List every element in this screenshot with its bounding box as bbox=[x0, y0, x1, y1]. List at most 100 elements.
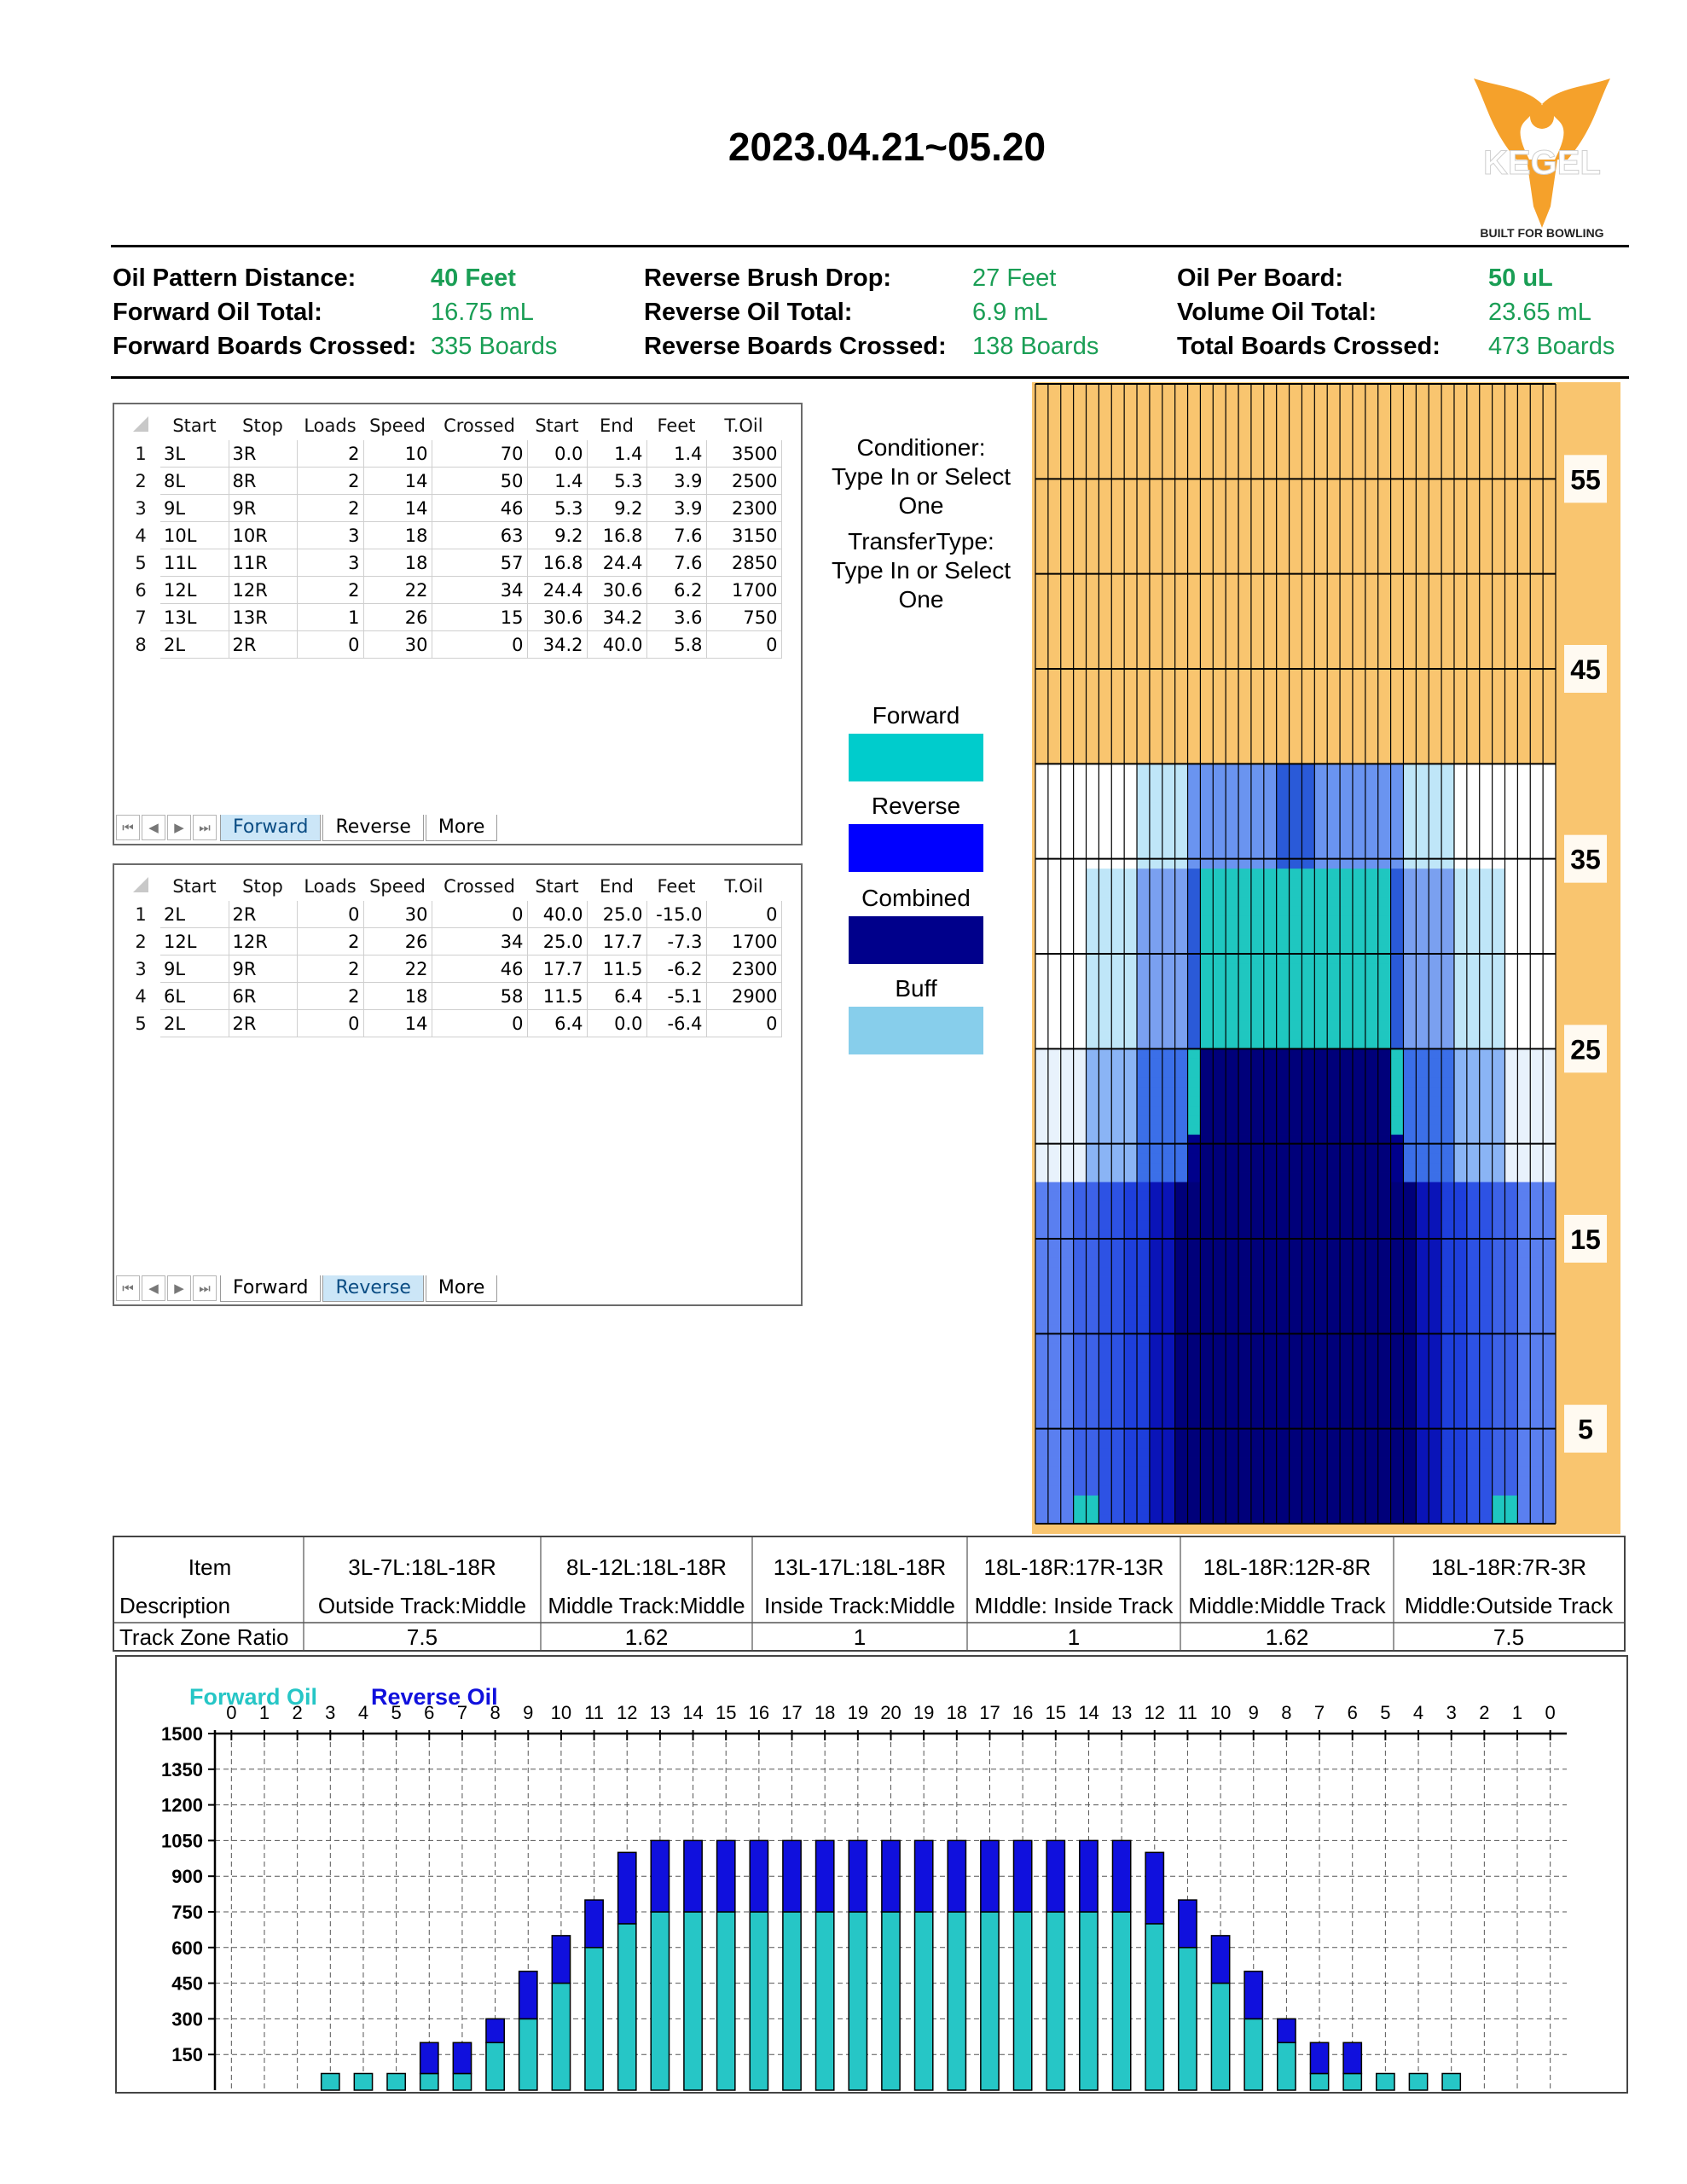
table-cell[interactable]: 2 bbox=[297, 467, 364, 495]
table-cell[interactable]: -5.1 bbox=[646, 982, 707, 1010]
tab-more[interactable]: More bbox=[425, 1275, 498, 1302]
table-cell[interactable]: 2900 bbox=[706, 982, 782, 1010]
table-cell[interactable]: 30.6 bbox=[587, 576, 647, 604]
sheet-corner[interactable] bbox=[121, 872, 160, 901]
table-cell[interactable]: 18 bbox=[363, 521, 432, 549]
table-cell[interactable]: 0 bbox=[297, 630, 364, 659]
table-cell[interactable]: 11R bbox=[229, 549, 298, 577]
table-cell[interactable]: 22 bbox=[363, 576, 432, 604]
table-cell[interactable]: 17.7 bbox=[527, 955, 588, 983]
column-header[interactable]: T.Oil bbox=[706, 411, 781, 440]
table-cell[interactable]: 750 bbox=[706, 603, 782, 631]
table-cell[interactable]: 12R bbox=[229, 576, 298, 604]
table-cell[interactable]: 0 bbox=[706, 630, 782, 659]
table-cell[interactable]: 1.4 bbox=[527, 467, 588, 495]
table-cell[interactable]: 25.0 bbox=[527, 927, 588, 956]
table-cell[interactable]: 18 bbox=[363, 982, 432, 1010]
next-sheet-icon[interactable]: ▶ bbox=[167, 1275, 191, 1301]
table-cell[interactable]: 10 bbox=[363, 440, 432, 468]
table-cell[interactable]: 2R bbox=[229, 630, 298, 659]
table-cell[interactable]: 1 bbox=[297, 603, 364, 631]
first-sheet-icon[interactable]: ⏮ bbox=[116, 815, 140, 840]
table-cell[interactable]: 8L bbox=[160, 467, 229, 495]
table-cell[interactable]: 46 bbox=[432, 955, 528, 983]
table-cell[interactable]: 7.6 bbox=[646, 549, 707, 577]
column-header[interactable]: T.Oil bbox=[706, 872, 781, 901]
table-cell[interactable]: 6R bbox=[229, 982, 298, 1010]
table-cell[interactable]: 58 bbox=[432, 982, 528, 1010]
table-cell[interactable]: 9.2 bbox=[527, 521, 588, 549]
conditioner-label[interactable]: Conditioner: Type In or Select One bbox=[819, 433, 1023, 520]
table-cell[interactable]: 40.0 bbox=[587, 630, 647, 659]
last-sheet-icon[interactable]: ⏭ bbox=[193, 1275, 217, 1301]
table-cell[interactable]: 10R bbox=[229, 521, 298, 549]
table-cell[interactable]: 2500 bbox=[706, 467, 782, 495]
sheet-corner[interactable] bbox=[121, 411, 160, 440]
prev-sheet-icon[interactable]: ◀ bbox=[142, 815, 165, 840]
table-cell[interactable]: 12L bbox=[160, 927, 229, 956]
tab-reverse[interactable]: Reverse bbox=[322, 814, 424, 841]
table-cell[interactable]: 10L bbox=[160, 521, 229, 549]
table-cell[interactable]: 9.2 bbox=[587, 494, 647, 522]
table-cell[interactable]: 2300 bbox=[706, 494, 782, 522]
table-cell[interactable]: 3 bbox=[297, 521, 364, 549]
tab-more[interactable]: More bbox=[425, 814, 498, 841]
column-header[interactable]: Crossed bbox=[432, 872, 527, 901]
table-cell[interactable]: 12L bbox=[160, 576, 229, 604]
table-cell[interactable]: 14 bbox=[363, 494, 432, 522]
table-cell[interactable]: 2R bbox=[229, 901, 298, 928]
table-cell[interactable]: 2 bbox=[297, 494, 364, 522]
table-cell[interactable]: 6L bbox=[160, 982, 229, 1010]
table-cell[interactable]: 14 bbox=[363, 1009, 432, 1037]
tab-forward[interactable]: Forward bbox=[220, 814, 322, 841]
table-cell[interactable]: 24.4 bbox=[527, 576, 588, 604]
table-cell[interactable]: 2300 bbox=[706, 955, 782, 983]
table-cell[interactable]: 34.2 bbox=[587, 603, 647, 631]
table-cell[interactable]: 3150 bbox=[706, 521, 782, 549]
table-cell[interactable]: 2 bbox=[297, 927, 364, 956]
table-cell[interactable]: 25.0 bbox=[587, 901, 647, 928]
column-header[interactable]: Loads bbox=[297, 411, 363, 440]
table-cell[interactable]: 57 bbox=[432, 549, 528, 577]
table-cell[interactable]: 11L bbox=[160, 549, 229, 577]
tab-forward[interactable]: Forward bbox=[220, 1275, 322, 1302]
column-header[interactable]: Stop bbox=[229, 872, 297, 901]
table-cell[interactable]: 13L bbox=[160, 603, 229, 631]
table-cell[interactable]: 3.9 bbox=[646, 467, 707, 495]
table-cell[interactable]: 5.3 bbox=[527, 494, 588, 522]
table-cell[interactable]: 50 bbox=[432, 467, 528, 495]
column-header[interactable]: End bbox=[587, 872, 646, 901]
table-cell[interactable]: 34 bbox=[432, 927, 528, 956]
column-header[interactable]: Start bbox=[527, 872, 587, 901]
table-cell[interactable]: 22 bbox=[363, 955, 432, 983]
table-cell[interactable]: 46 bbox=[432, 494, 528, 522]
table-cell[interactable]: 2R bbox=[229, 1009, 298, 1037]
table-cell[interactable]: 0 bbox=[706, 1009, 782, 1037]
column-header[interactable]: Feet bbox=[646, 411, 706, 440]
table-cell[interactable]: 2L bbox=[160, 901, 229, 928]
column-header[interactable]: Start bbox=[527, 411, 587, 440]
table-cell[interactable]: 2L bbox=[160, 1009, 229, 1037]
table-cell[interactable]: 9R bbox=[229, 494, 298, 522]
table-cell[interactable]: 40.0 bbox=[527, 901, 588, 928]
column-header[interactable]: Crossed bbox=[432, 411, 527, 440]
table-cell[interactable]: 30 bbox=[363, 901, 432, 928]
table-cell[interactable]: 5.8 bbox=[646, 630, 707, 659]
column-header[interactable]: Speed bbox=[363, 872, 432, 901]
table-cell[interactable]: 9R bbox=[229, 955, 298, 983]
table-cell[interactable]: 2850 bbox=[706, 549, 782, 577]
table-cell[interactable]: -15.0 bbox=[646, 901, 707, 928]
column-header[interactable]: Start bbox=[160, 872, 229, 901]
table-cell[interactable]: 3L bbox=[160, 440, 229, 468]
table-cell[interactable]: 34.2 bbox=[527, 630, 588, 659]
table-cell[interactable]: 0.0 bbox=[527, 440, 588, 468]
table-cell[interactable]: 2 bbox=[297, 955, 364, 983]
table-cell[interactable]: 0 bbox=[297, 1009, 364, 1037]
table-cell[interactable]: 0 bbox=[432, 1009, 528, 1037]
table-cell[interactable]: 6.2 bbox=[646, 576, 707, 604]
table-cell[interactable]: 30 bbox=[363, 630, 432, 659]
tab-reverse[interactable]: Reverse bbox=[322, 1275, 424, 1302]
column-header[interactable]: Stop bbox=[229, 411, 297, 440]
column-header[interactable]: End bbox=[587, 411, 646, 440]
table-cell[interactable]: 6.4 bbox=[587, 982, 647, 1010]
